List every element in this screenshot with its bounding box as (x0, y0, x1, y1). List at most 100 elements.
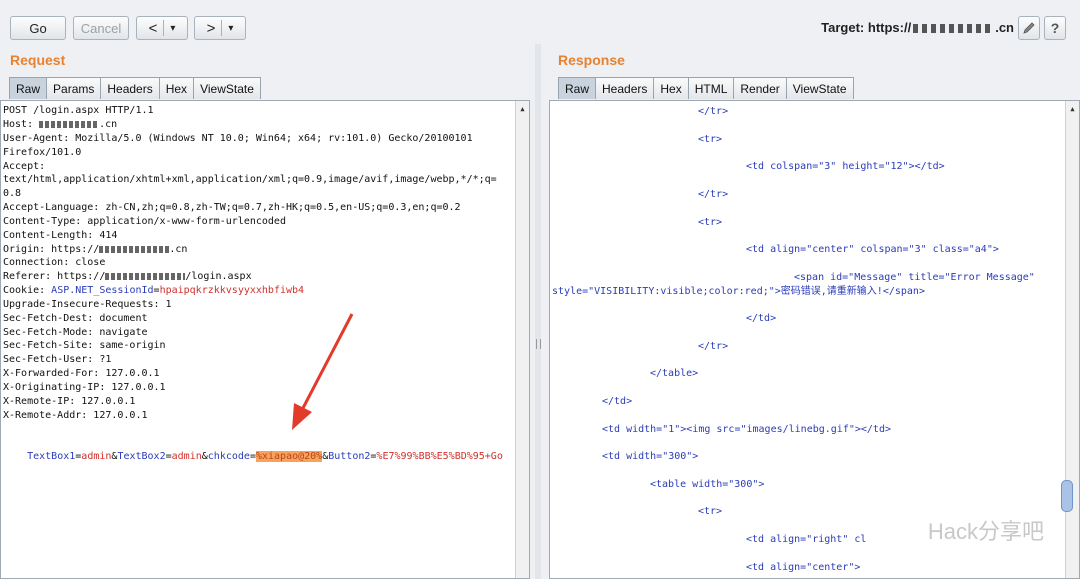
response-line: <span id="Message" title="Error Message" (794, 272, 1035, 283)
cookie-name: ASP.NET_SessionId (51, 285, 154, 296)
tab-viewstate[interactable]: ViewState (193, 77, 261, 99)
target-suffix: .cn (995, 20, 1014, 35)
response-line: <td align="right" cl (746, 534, 867, 545)
request-line: Sec-Fetch-Site: same-origin (3, 340, 166, 351)
cancel-button[interactable]: Cancel (73, 16, 129, 40)
request-line: text/html,application/xhtml+xml,applicat… (3, 174, 497, 185)
referer-key: Referer: https:// (3, 271, 106, 282)
redacted-host (99, 245, 170, 253)
request-line: POST /login.aspx HTTP/1.1 (3, 105, 154, 116)
response-line: </tr> (698, 341, 729, 352)
redacted-host (913, 24, 994, 34)
help-icon: ? (1050, 20, 1060, 36)
request-line: Host: .cn (3, 118, 117, 132)
response-line: <td colspan="3" height="12"></td> (746, 161, 945, 172)
forward-arrow-icon: > (206, 19, 216, 37)
target-label: Target: https:// .cn (821, 20, 1014, 35)
response-title: Response (558, 52, 625, 68)
request-line: Referer: https:// /login.aspx (3, 270, 252, 284)
scroll-thumb[interactable] (1061, 480, 1073, 512)
param-value: admin (171, 450, 202, 462)
request-line: Firefox/101.0 (3, 147, 82, 158)
request-line: Sec-Fetch-Dest: document (3, 313, 148, 324)
request-line: Content-Length: 414 (3, 230, 118, 241)
referer-path: /login.aspx (185, 271, 252, 282)
tab-headers[interactable]: Headers (100, 77, 160, 99)
param-value: %E7%99%BB%E5%BD%95+Go (376, 450, 503, 462)
tab-render[interactable]: Render (733, 77, 787, 99)
host-key: Host: (3, 119, 40, 130)
redacted-host (39, 120, 100, 128)
back-button[interactable]: < ▾ (136, 16, 188, 40)
request-line: Sec-Fetch-User: ?1 (3, 354, 112, 365)
tab-raw[interactable]: Raw (9, 77, 48, 99)
request-tabs: Raw Params Headers Hex ViewState (9, 77, 261, 99)
response-line: </table> (650, 368, 699, 379)
pencil-icon (1023, 22, 1035, 34)
response-line: <tr> (698, 134, 723, 145)
tab-hex[interactable]: Hex (158, 77, 195, 99)
help-button[interactable]: ? (1044, 16, 1066, 40)
response-line: <td align="center"> (746, 562, 861, 573)
response-line: <tr> (698, 506, 723, 517)
param-key: Button2 (328, 450, 371, 462)
request-line: Cookie: ASP.NET_SessionId=hpaipqkrzkkvsy… (3, 284, 304, 298)
cookie-key: Cookie: (3, 285, 52, 296)
response-line: </td> (602, 396, 633, 407)
request-line: Origin: https:// .cn (3, 243, 187, 257)
chevron-down-icon: ▾ (228, 22, 234, 34)
request-line: Accept-Language: zh-CN,zh;q=0.8,zh-TW;q=… (3, 202, 461, 213)
request-body: TextBox1=admin&TextBox2=admin&chkcode=%x… (27, 450, 503, 462)
param-key: TextBox2 (117, 450, 166, 462)
request-line: X-Remote-Addr: 127.0.0.1 (3, 410, 148, 421)
response-editor[interactable]: </tr> <tr> <td colspan="3" height="12"><… (549, 100, 1080, 579)
chevron-down-icon: ▾ (170, 22, 176, 34)
request-line: Content-Type: application/x-www-form-url… (3, 216, 286, 227)
request-editor[interactable]: POST /login.aspx HTTP/1.1 Host: .cn User… (0, 100, 530, 579)
request-line: X-Originating-IP: 127.0.0.1 (3, 382, 166, 393)
pane-splitter[interactable] (535, 44, 541, 579)
tab-raw[interactable]: Raw (558, 77, 597, 99)
scroll-up-icon[interactable]: ▲ (516, 103, 529, 115)
request-title: Request (10, 52, 66, 68)
response-line: </td> (746, 313, 777, 324)
request-line: X-Forwarded-For: 127.0.0.1 (3, 368, 160, 379)
request-line: Sec-Fetch-Mode: navigate (3, 327, 148, 338)
response-line: <table width="300"> (650, 479, 765, 490)
tab-html[interactable]: HTML (687, 77, 735, 99)
target-prefix: Target: https:// (821, 20, 912, 35)
response-line: style="VISIBILITY:visible;color:red;">密码… (552, 286, 925, 297)
go-button[interactable]: Go (10, 16, 66, 40)
request-line: Connection: close (3, 257, 106, 268)
response-line: <td align="center" colspan="3" class="a4… (746, 244, 999, 255)
tab-headers[interactable]: Headers (595, 77, 655, 99)
edit-target-button[interactable] (1018, 16, 1040, 40)
response-line: </tr> (698, 106, 729, 117)
tab-params[interactable]: Params (46, 77, 102, 99)
request-line: User-Agent: Mozilla/5.0 (Windows NT 10.0… (3, 133, 473, 144)
watermark: Hack分享吧 (927, 519, 1044, 544)
request-scrollbar[interactable]: ▲ (515, 101, 529, 578)
response-tabs: Raw Headers Hex HTML Render ViewState (558, 77, 854, 99)
response-line: <td width="300"> (602, 451, 699, 462)
origin-key: Origin: https:// (3, 244, 100, 255)
back-arrow-icon: < (148, 19, 158, 37)
param-value: admin (81, 450, 112, 462)
tab-hex[interactable]: Hex (653, 77, 689, 99)
scroll-up-icon[interactable]: ▲ (1066, 103, 1079, 115)
request-line: 0.8 (3, 188, 22, 199)
param-key: TextBox1 (27, 450, 76, 462)
tab-viewstate[interactable]: ViewState (785, 77, 854, 99)
forward-button[interactable]: > ▾ (194, 16, 246, 40)
redacted-host (105, 272, 186, 280)
request-line: Accept: (3, 161, 46, 172)
cookie-value: hpaipqkrzkkvsyyxxhbfiwb4 (159, 285, 305, 296)
param-key: chkcode (207, 450, 250, 462)
response-line: <td width="1"><img src="images/linebg.gi… (602, 424, 891, 435)
highlighted-param-value: %xiapao@20% (255, 450, 323, 462)
origin-suffix: .cn (169, 244, 188, 255)
request-line: X-Remote-IP: 127.0.0.1 (3, 396, 136, 407)
response-line: <tr> (698, 217, 723, 228)
toolbar: Go Cancel < ▾ > ▾ Target: https:// .cn ? (0, 0, 1080, 44)
response-line: </tr> (698, 189, 729, 200)
